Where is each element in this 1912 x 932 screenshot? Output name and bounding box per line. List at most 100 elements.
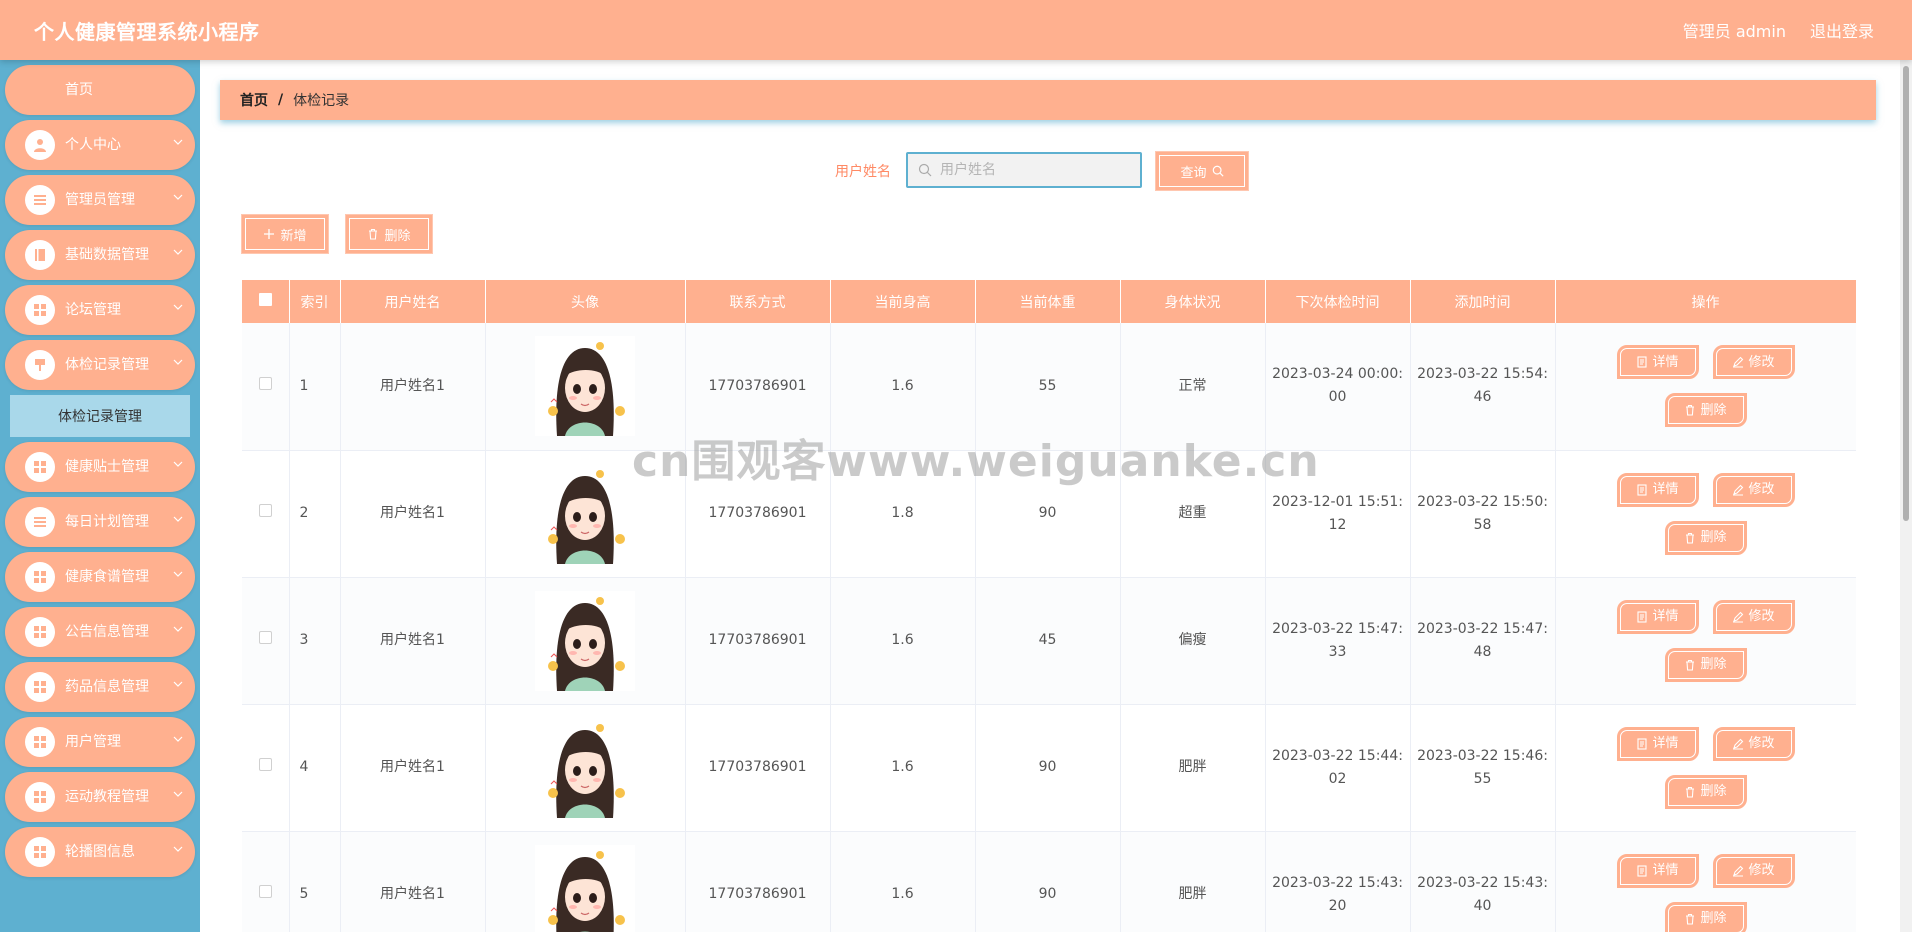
table-header-cell: 下次体检时间 [1265,280,1411,323]
breadcrumb-home[interactable]: 首页 [240,90,268,110]
add-button[interactable]: 新增 [242,215,328,253]
detail-button[interactable]: 详情 [1616,599,1699,634]
scrollbar-thumb[interactable] [1903,66,1909,521]
sidebar-item-basic-data[interactable]: 基础数据管理 [5,230,195,280]
cell-weight: 90 [975,450,1121,578]
cell-operations: 详情 修改删除 [1555,577,1856,705]
cell-add-time: 2023-03-22 15:50: 58 [1410,450,1556,578]
document-icon [1637,864,1648,877]
cell-height: 1.6 [830,704,976,832]
table-header-cell: 索引 [289,280,341,323]
sidebar-item-admin[interactable]: 管理员管理 [5,175,195,225]
table-row: 1 用户姓名1 17703786901 1.6 55 正常 2023-03-24 00:00… [242,323,1856,451]
grid-icon [25,295,55,325]
delete-button[interactable]: 删除 [1664,774,1747,809]
sidebar-item-exercise[interactable]: 运动教程管理 [5,772,195,822]
page-scrollbar[interactable] [1900,60,1912,932]
sidebar-item-home[interactable]: 首页 [5,65,195,115]
chevron-down-icon [173,571,183,577]
delete-button[interactable]: 删除 [1664,520,1747,555]
row-checkbox[interactable] [258,758,272,771]
detail-button[interactable]: 详情 [1616,345,1699,380]
sidebar-item-daily-plan[interactable]: 每日计划管理 [5,497,195,547]
cell-add-time: 2023-03-22 15:46: 55 [1410,704,1556,832]
row-checkbox[interactable] [258,631,272,644]
cell-status: 偏瘦 [1120,577,1266,705]
table-header-cell: 联系方式 [685,280,831,323]
cell-user-name: 用户姓名1 [340,577,486,705]
row-checkbox[interactable] [258,504,272,517]
add-time-line2: 58 [1473,516,1492,533]
row-checkbox[interactable] [258,885,272,898]
sidebar-item-health-tips[interactable]: 健康贴士管理 [5,442,195,492]
sidebar-item-forum[interactable]: 论坛管理 [5,285,195,335]
delete-button[interactable]: 删除 [1664,901,1747,932]
chevron-down-icon [173,626,183,632]
detail-button[interactable]: 详情 [1616,472,1699,507]
sidebar-item-recipes[interactable]: 健康食谱管理 [5,552,195,602]
cell-status: 肥胖 [1120,704,1266,832]
delete-button[interactable]: 删除 [1664,393,1747,428]
sidebar-item-checkup[interactable]: 体检记录管理 [5,340,195,390]
detail-button[interactable]: 详情 [1616,853,1699,888]
next-checkup-line2: 12 [1328,516,1347,533]
sidebar-item-label: 药品信息管理 [65,679,149,695]
row-select-cell[interactable] [242,450,290,578]
cell-phone: 17703786901 [685,831,831,932]
edit-button[interactable]: 修改 [1712,472,1795,507]
row-select-cell[interactable] [242,831,290,932]
table-row: 5 用户姓名1 17703786901 1.6 90 肥胖 2023-03-22 15:43… [242,831,1856,932]
select-all-checkbox[interactable] [258,293,272,306]
chevron-down-icon [173,359,183,365]
row-select-cell[interactable] [242,323,290,451]
edit-button[interactable]: 修改 [1712,726,1795,761]
grid-icon [25,782,55,812]
grid-icon [25,562,55,592]
row-select-cell[interactable] [242,704,290,832]
sidebar-item-announcements[interactable]: 公告信息管理 [5,607,195,657]
query-button-label: 查询 [1180,165,1207,181]
query-button[interactable]: 查询 [1156,152,1248,190]
sidebar-item-medicine[interactable]: 药品信息管理 [5,662,195,712]
trash-icon [1686,786,1695,798]
edit-icon [1733,865,1744,877]
chevron-down-icon [173,516,183,522]
avatar [535,463,635,564]
add-time-line2: 55 [1473,770,1492,787]
row-checkbox[interactable] [258,376,272,390]
submenu-item-checkup-records[interactable]: 体检记录管理 [10,395,190,437]
header-select-all[interactable] [242,280,290,323]
search-input[interactable] [940,162,1130,178]
table-header-cell: 用户姓名 [340,280,486,323]
cell-phone: 17703786901 [685,323,831,451]
sidebar-item-carousel[interactable]: 轮播图信息 [5,827,195,877]
chevron-down-icon [173,461,183,467]
batch-delete-button[interactable]: 删除 [346,215,432,253]
chevron-down-icon [173,139,183,145]
cell-index: 1 [289,323,341,451]
document-icon [1637,610,1648,623]
logout-button[interactable]: 退出登录 [1810,18,1874,42]
sidebar-item-profile[interactable]: 个人中心 [5,120,195,170]
edit-button[interactable]: 修改 [1712,853,1795,888]
cell-next-checkup: 2023-03-22 15:43: 20 [1265,831,1411,932]
book-icon [25,240,55,270]
cell-user-name: 用户姓名1 [340,831,486,932]
sidebar-item-label: 健康食谱管理 [65,569,149,585]
delete-label: 删除 [1700,657,1727,672]
grid-icon [25,452,55,482]
detail-label: 详情 [1652,482,1679,497]
add-time-line2: 48 [1473,643,1492,660]
edit-button[interactable]: 修改 [1712,345,1795,380]
cell-operations: 详情 修改删除 [1555,323,1856,451]
delete-button[interactable]: 删除 [1664,647,1747,682]
edit-button[interactable]: 修改 [1712,599,1795,634]
row-select-cell[interactable] [242,577,290,705]
next-checkup-line2: 33 [1328,643,1347,660]
detail-button[interactable]: 详情 [1616,726,1699,761]
add-time-line1: 2023-03-22 15:54: [1417,366,1548,383]
add-time-line1: 2023-03-22 15:50: [1417,493,1548,510]
table-header-cell: 身体状况 [1120,280,1266,323]
delete-button-label: 删除 [384,228,411,244]
sidebar-item-users[interactable]: 用户管理 [5,717,195,767]
